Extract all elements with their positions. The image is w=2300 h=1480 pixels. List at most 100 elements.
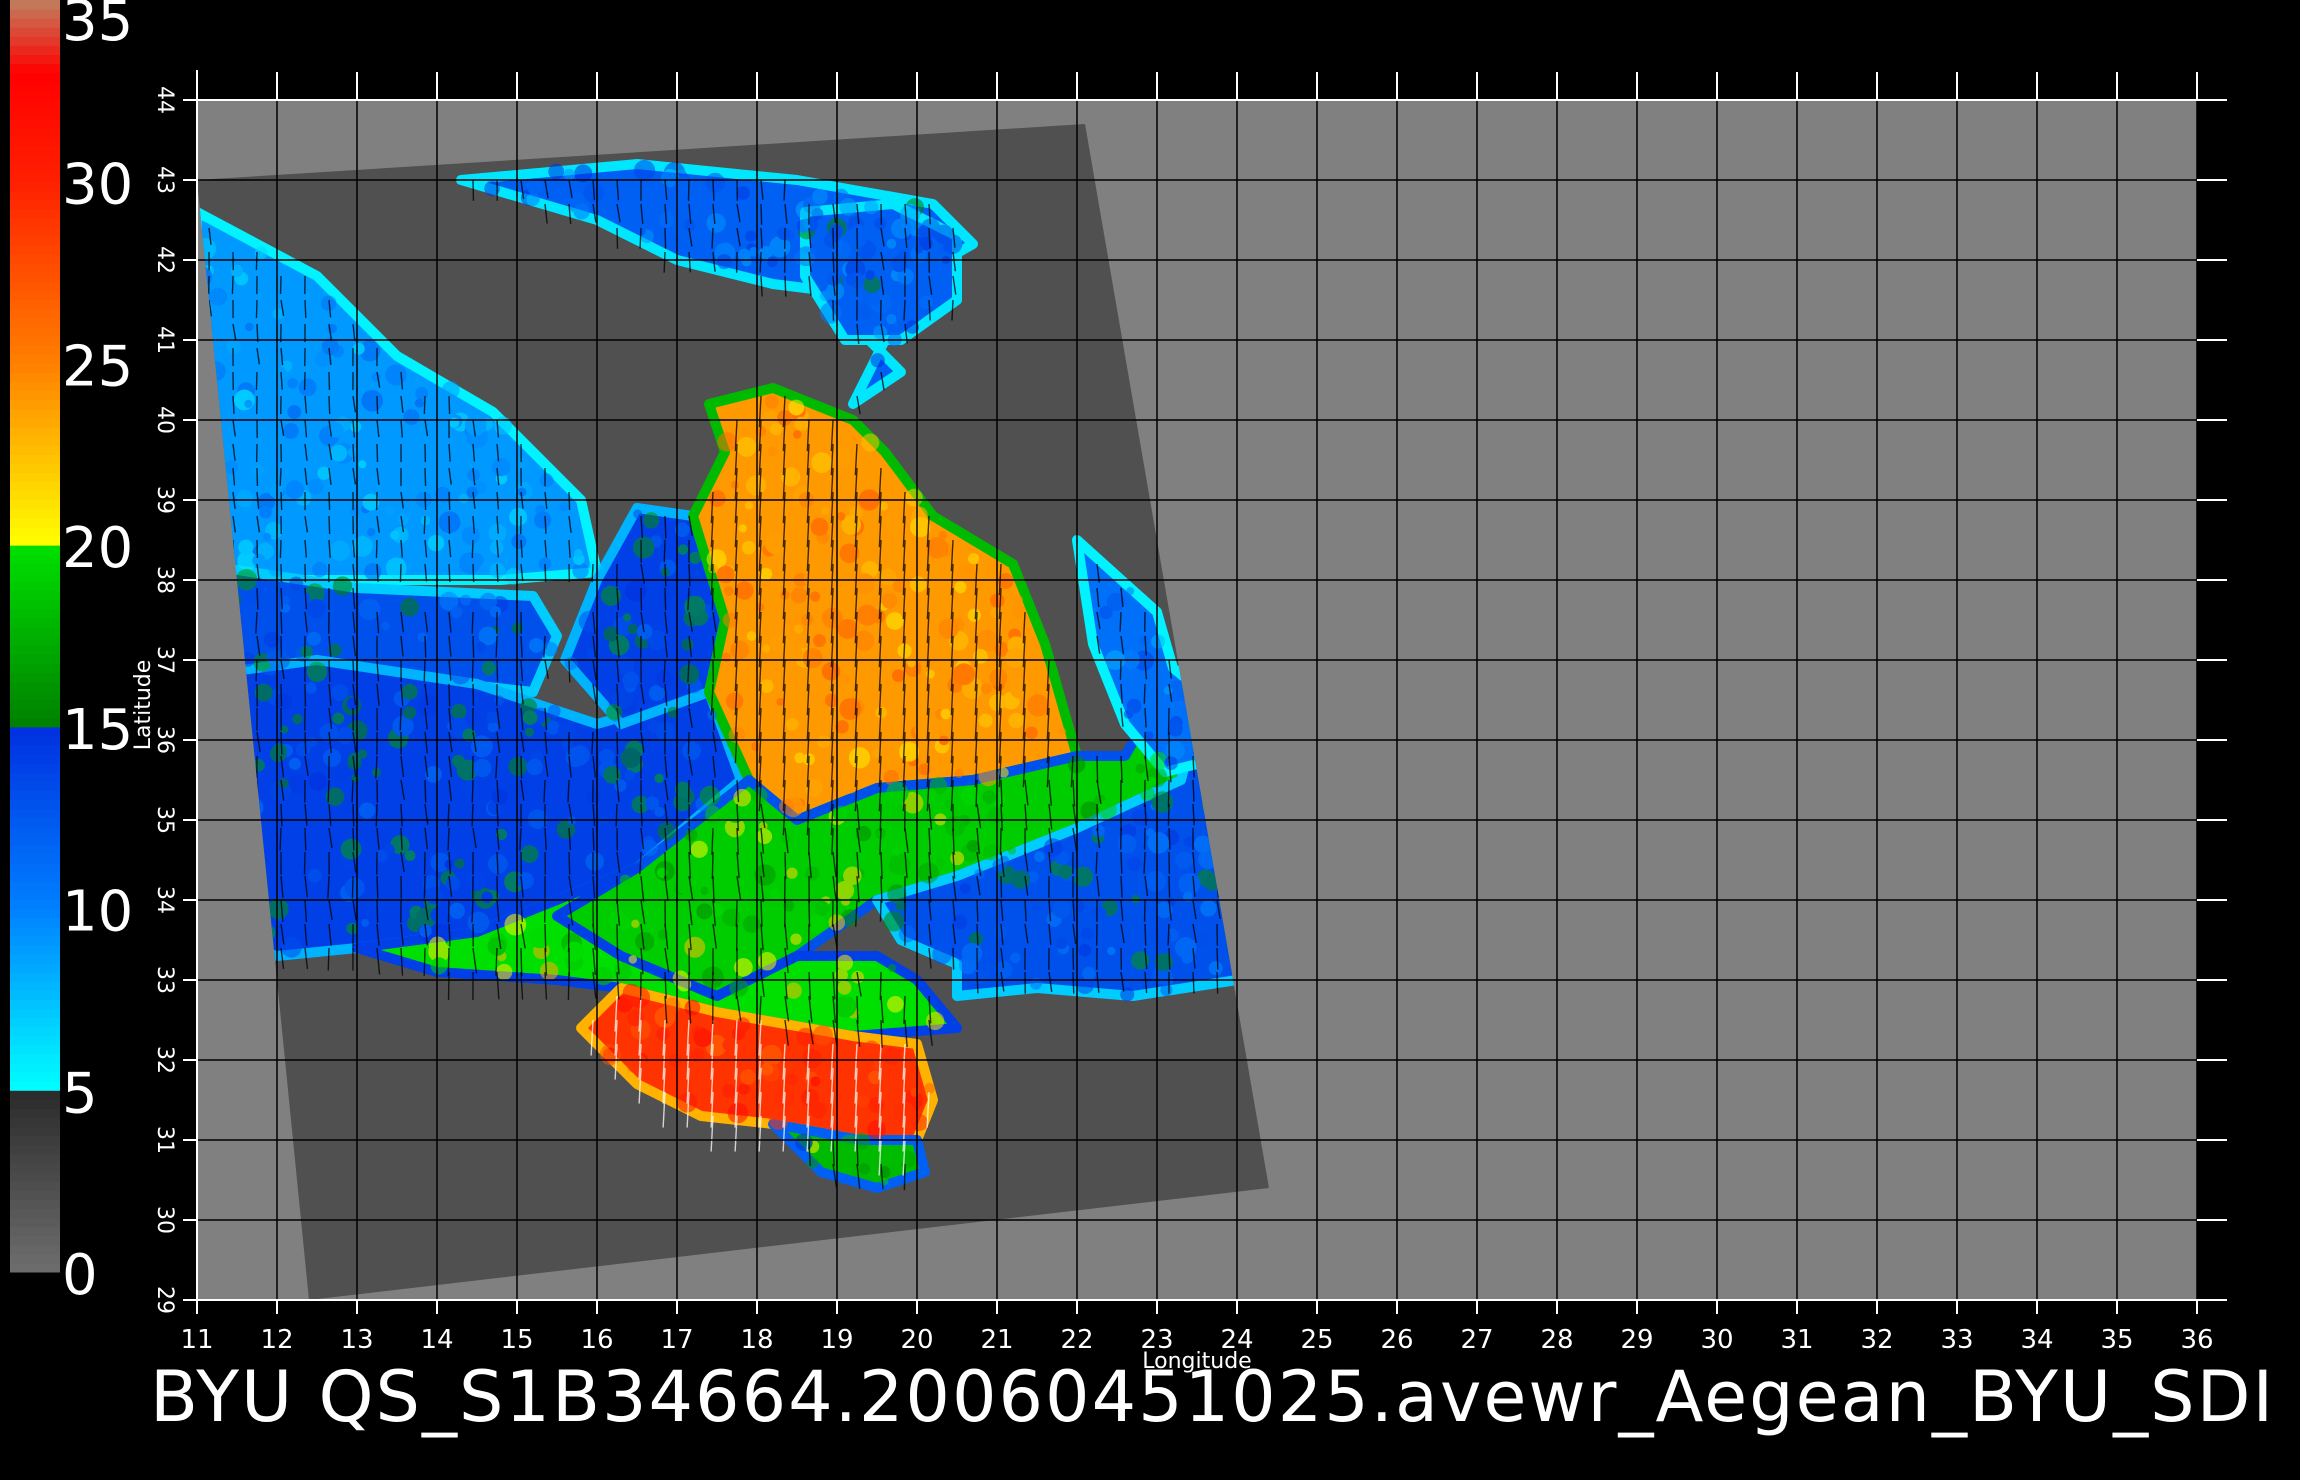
- wind-vector: [832, 251, 835, 273]
- speckle: [865, 269, 875, 280]
- speckle: [722, 908, 741, 927]
- speckle: [1200, 900, 1217, 917]
- speckle: [837, 980, 852, 995]
- colorbar-segment: [10, 572, 60, 582]
- speckle: [839, 698, 862, 720]
- speckle: [810, 1101, 827, 1119]
- speckle: [1131, 894, 1140, 904]
- colorbar-segment: [10, 381, 60, 392]
- speckle: [708, 490, 726, 507]
- wind-vector: [1216, 947, 1219, 970]
- colorbar-segment: [10, 1144, 60, 1155]
- speckle: [864, 199, 879, 215]
- speckle: [1126, 698, 1142, 714]
- speckle: [352, 342, 365, 355]
- colorbar-segment: [10, 1181, 60, 1191]
- wind-vector: [735, 899, 738, 928]
- speckle: [1138, 634, 1150, 646]
- wind-vector: [1144, 731, 1147, 760]
- wind-vector: [687, 731, 690, 755]
- speckle: [322, 748, 342, 767]
- speckle: [1208, 961, 1223, 976]
- speckle: [811, 452, 832, 473]
- speckle: [785, 982, 802, 999]
- speckle: [262, 532, 272, 542]
- colorbar-segment: [10, 763, 60, 773]
- speckle: [832, 448, 852, 468]
- speckle: [858, 1163, 871, 1175]
- speckle: [1027, 694, 1050, 717]
- colorbar-segment: [10, 799, 60, 810]
- speckle: [887, 884, 907, 904]
- speckle: [292, 713, 303, 725]
- y-tick-label: 31: [152, 1126, 177, 1154]
- speckle: [1078, 943, 1092, 957]
- wind-vector: [424, 779, 427, 803]
- speckle: [730, 640, 750, 660]
- speckle: [855, 304, 872, 320]
- wind-vector: [256, 587, 259, 610]
- speckle: [746, 475, 767, 496]
- speckle: [467, 911, 490, 934]
- wind-vector: [544, 923, 547, 952]
- speckle: [451, 703, 467, 720]
- wind-vector: [376, 899, 379, 923]
- speckle: [910, 1113, 928, 1132]
- x-tick-label: 31: [1780, 1325, 1813, 1355]
- speckle: [746, 631, 757, 641]
- wind-vector: [639, 227, 642, 249]
- y-tick-label: 43: [152, 166, 177, 194]
- speckle: [845, 273, 857, 286]
- speckle: [308, 829, 323, 844]
- speckle: [284, 852, 305, 872]
- speckle: [627, 623, 638, 635]
- speckle: [273, 366, 287, 380]
- speckle: [303, 327, 312, 336]
- colorbar-segment: [10, 145, 60, 155]
- speckle: [767, 256, 778, 268]
- speckle: [654, 806, 665, 818]
- speckle: [371, 372, 381, 382]
- x-tick-label: 20: [900, 1325, 933, 1355]
- speckle: [1082, 966, 1096, 981]
- speckle: [978, 766, 999, 787]
- speckle: [769, 888, 781, 900]
- speckle: [351, 535, 373, 557]
- speckle: [1034, 851, 1045, 862]
- wind-vector: [1168, 827, 1171, 850]
- speckle: [705, 805, 721, 821]
- wind-vector: [375, 803, 378, 827]
- wind-vector: [1143, 683, 1146, 704]
- speckle: [333, 765, 350, 781]
- wind-vector: [327, 947, 330, 971]
- speckle: [364, 563, 382, 581]
- speckle: [1194, 932, 1209, 947]
- colorbar-segment: [10, 754, 60, 764]
- wind-vector: [1167, 779, 1170, 808]
- wind-vector: [279, 467, 282, 486]
- colorbar-segment: [10, 781, 60, 791]
- speckle: [1160, 983, 1173, 997]
- speckle: [657, 822, 676, 841]
- speckle: [445, 876, 461, 891]
- colorbar-segment: [10, 299, 60, 310]
- wind-vector: [423, 515, 426, 534]
- wind-vector: [352, 443, 355, 462]
- speckle: [870, 353, 885, 368]
- speckle: [278, 778, 289, 789]
- wind-speed-chart: 0 5 10 15 20 25 30 35 11 12 13 14 15 16 17 18 19 20 21 22 2…: [10, 0, 2227, 1374]
- colorbar-segment: [10, 1217, 60, 1228]
- colorbar-segment: [10, 436, 60, 446]
- wind-vector: [520, 947, 523, 976]
- colorbar-segment: [10, 254, 60, 264]
- colorbar-segment: [10, 272, 60, 283]
- wind-vector: [1167, 803, 1170, 826]
- wind-vector: [351, 779, 354, 803]
- speckle: [684, 595, 706, 618]
- colorbar-segment: [10, 708, 60, 719]
- speckle: [603, 626, 619, 642]
- speckle: [403, 706, 417, 720]
- wind-vector: [783, 179, 786, 201]
- speckle: [1011, 870, 1031, 889]
- speckle: [539, 473, 554, 488]
